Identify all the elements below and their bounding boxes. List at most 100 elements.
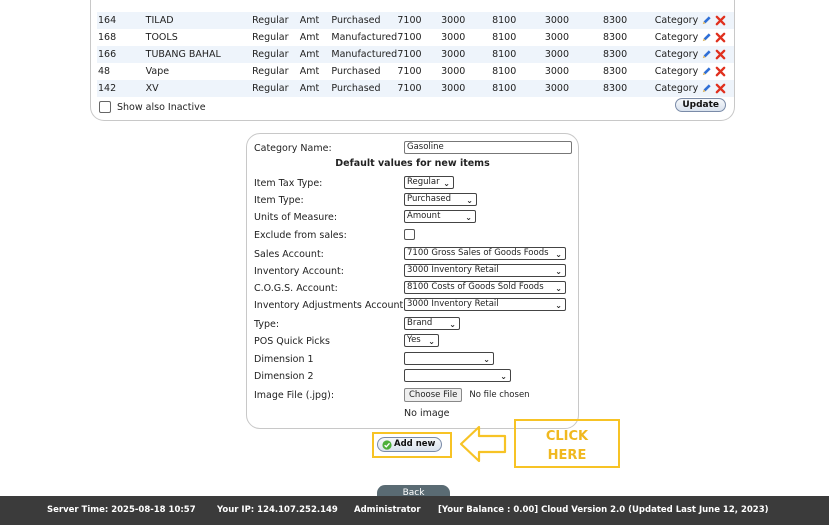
cell-sales: 7100 <box>397 49 422 60</box>
cell-actions: Category <box>655 46 734 63</box>
inventory-account-select[interactable]: 3000 Inventory Retail ⌄ <box>404 264 566 277</box>
edit-pencil-icon[interactable] <box>701 66 712 77</box>
show-inactive-toggle[interactable]: Show also Inactive <box>99 101 206 113</box>
user-ip: Your IP: 124.107.252.149 <box>217 505 338 515</box>
delete-x-icon[interactable] <box>715 32 726 43</box>
cell-sales: 7100 <box>397 66 422 77</box>
cell-extra: 8300 <box>602 66 628 77</box>
chevron-down-icon: ⌄ <box>466 196 473 205</box>
cell-uom: Amt <box>299 83 320 94</box>
footer-bar: Server Time: 2025-08-18 10:57 Your IP: 1… <box>0 496 829 525</box>
cell-sales: 7100 <box>397 15 422 26</box>
cell-cogs: 8100 <box>492 15 517 26</box>
edit-pencil-icon[interactable] <box>701 32 712 43</box>
cell-tax: Regular <box>252 15 289 26</box>
cell-sales: 7100 <box>397 83 422 94</box>
cell-adj: 3000 <box>544 32 570 43</box>
balance-version: [Your Balance : 0.00] Cloud Version 2.0 … <box>438 505 769 515</box>
chevron-down-icon: ⌄ <box>443 179 450 188</box>
sales-account-label: Sales Account: <box>254 249 324 260</box>
cell-extra: 8300 <box>602 32 628 43</box>
table-row: 142 XV Regular Amt Purchased 7100 3000 8100 3000… <box>97 80 734 97</box>
item-tax-type-select[interactable]: Regular ⌄ <box>404 176 454 189</box>
dimension-1-select[interactable]: ⌄ <box>404 352 494 365</box>
chevron-down-icon: ⌄ <box>555 250 562 259</box>
cell-extra: 8300 <box>602 49 628 60</box>
cell-tax: Regular <box>252 83 289 94</box>
add-new-button[interactable]: Add new <box>377 437 443 452</box>
edit-pencil-icon[interactable] <box>701 15 712 26</box>
type-label: Type: <box>254 319 280 330</box>
category-link[interactable]: Category <box>655 66 698 77</box>
item-type-select[interactable]: Purchased ⌄ <box>404 193 477 206</box>
cell-name: TILAD <box>145 15 174 26</box>
item-tax-type-label: Item Tax Type: <box>254 178 323 189</box>
cogs-account-select[interactable]: 8100 Costs of Goods Sold Foods ⌄ <box>404 281 566 294</box>
chevron-down-icon: ⌄ <box>555 267 562 276</box>
update-button[interactable]: Update <box>675 98 726 112</box>
cell-actions: Category <box>655 12 734 29</box>
inventory-account-label: Inventory Account: <box>254 266 344 277</box>
category-link[interactable]: Category <box>655 32 698 43</box>
sales-account-select[interactable]: 7100 Gross Sales of Goods Foods ⌄ <box>404 247 566 260</box>
uom-select[interactable]: Amount ⌄ <box>404 210 476 223</box>
show-inactive-checkbox[interactable] <box>99 101 111 113</box>
cell-adj: 3000 <box>544 49 570 60</box>
add-new-label: Add new <box>394 439 436 449</box>
category-table: 164 TILAD Regular Amt Purchased 7100 3000 8100 3… <box>97 12 734 97</box>
delete-x-icon[interactable] <box>715 83 726 94</box>
chevron-down-icon: ⌄ <box>555 284 562 293</box>
delete-x-icon[interactable] <box>715 15 726 26</box>
table-row: 168 TOOLS Regular Amt Manufactured 7100 3000 81… <box>97 29 734 46</box>
inventory-adjustments-label: Inventory Adjustments Account: <box>254 300 407 311</box>
cell-cogs: 8100 <box>492 32 517 43</box>
chevron-down-icon: ⌄ <box>465 213 472 222</box>
cell-type: Purchased <box>331 83 381 94</box>
category-name-label: Category Name: <box>254 143 332 154</box>
cell-uom: Amt <box>299 49 320 60</box>
cell-uom: Amt <box>299 66 320 77</box>
left-arrow-icon <box>459 425 507 463</box>
exclude-sales-checkbox[interactable] <box>404 229 415 240</box>
cell-inv: 3000 <box>441 49 466 60</box>
cell-id: 164 <box>98 15 117 26</box>
click-here-callout: CLICK HERE <box>514 419 620 468</box>
table-row: 48 Vape Regular Amt Purchased 7100 3000 8100 300… <box>97 63 734 80</box>
no-file-text: No file chosen <box>469 390 530 400</box>
cell-adj: 3000 <box>544 15 570 26</box>
category-link[interactable]: Category <box>655 15 698 26</box>
dimension-2-select[interactable]: ⌄ <box>404 369 511 382</box>
cell-sales: 7100 <box>397 32 422 43</box>
choose-file-button[interactable]: Choose File <box>404 388 463 402</box>
cell-name: TOOLS <box>145 32 178 43</box>
cell-id: 166 <box>98 49 117 60</box>
chevron-down-icon: ⌄ <box>449 320 456 329</box>
delete-x-icon[interactable] <box>715 66 726 77</box>
delete-x-icon[interactable] <box>715 49 726 60</box>
category-name-input[interactable]: Gasoline <box>404 141 572 154</box>
cell-inv: 3000 <box>441 83 466 94</box>
category-link[interactable]: Category <box>655 49 698 60</box>
cell-tax: Regular <box>252 66 289 77</box>
cell-type: Manufactured <box>331 49 398 60</box>
cell-name: XV <box>145 83 159 94</box>
pos-quick-picks-select[interactable]: Yes ⌄ <box>404 334 439 347</box>
cell-id: 168 <box>98 32 117 43</box>
user-role: Administrator <box>354 505 421 515</box>
edit-pencil-icon[interactable] <box>701 83 712 94</box>
server-time: Server Time: 2025-08-18 10:57 <box>47 505 196 515</box>
cell-inv: 3000 <box>441 66 466 77</box>
category-list-panel: 164 TILAD Regular Amt Purchased 7100 3000 8100 3… <box>90 0 735 121</box>
cell-type: Purchased <box>331 15 381 26</box>
edit-pencil-icon[interactable] <box>701 49 712 60</box>
cell-uom: Amt <box>299 15 320 26</box>
inventory-adjustments-select[interactable]: 3000 Inventory Retail ⌄ <box>404 298 566 311</box>
chevron-down-icon: ⌄ <box>555 301 562 310</box>
type-select[interactable]: Brand ⌄ <box>404 317 460 330</box>
uom-label: Units of Measure: <box>254 212 338 223</box>
section-header: Default values for new items <box>335 158 490 169</box>
checkmark-icon <box>382 439 392 450</box>
cell-cogs: 8100 <box>492 83 517 94</box>
cell-actions: Category <box>655 29 734 46</box>
category-link[interactable]: Category <box>655 83 698 94</box>
